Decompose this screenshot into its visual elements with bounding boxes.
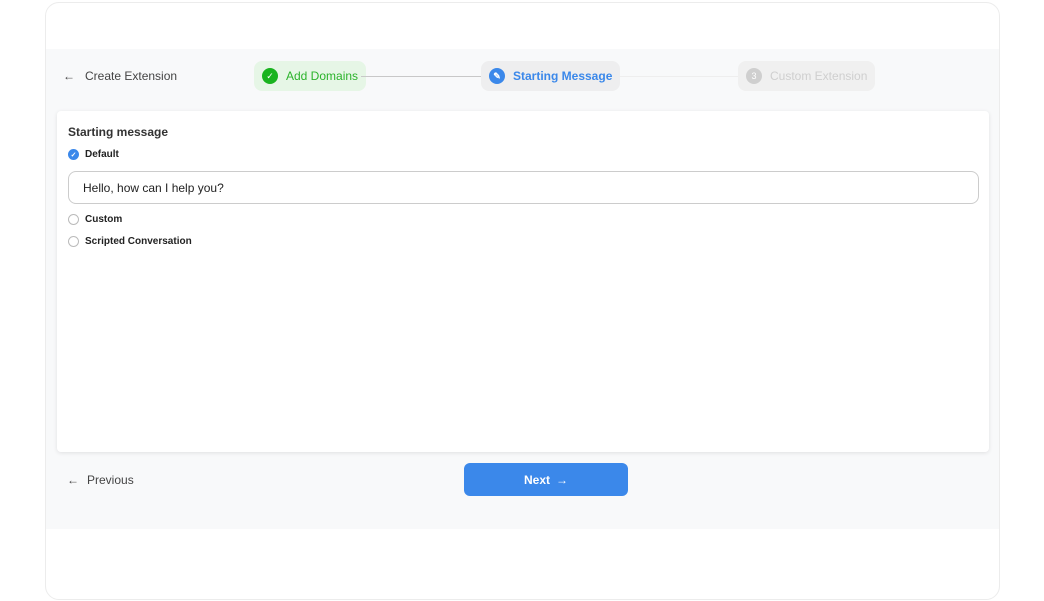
radio-scripted-conversation[interactable]: Scripted Conversation [68, 236, 192, 247]
step-label: Add Domains [286, 69, 359, 83]
radio-label: Custom [85, 214, 123, 225]
previous-label: Previous [87, 473, 134, 487]
step-custom-extension[interactable]: 3 Custom Extension [738, 61, 876, 91]
pencil-icon: ✎ [489, 68, 505, 84]
next-button[interactable]: Next → [464, 463, 628, 496]
radio-checked-icon: ✓ [68, 149, 79, 160]
arrow-left-icon: ← [63, 69, 75, 83]
previous-button[interactable]: ← Previous [67, 473, 134, 487]
next-label: Next [523, 472, 550, 487]
step-number-icon: 3 [746, 68, 762, 84]
back-button[interactable]: ← Create Extension [63, 69, 177, 83]
back-label: Create Extension [85, 69, 178, 83]
radio-unchecked-icon [68, 236, 79, 247]
radio-default[interactable]: ✓ Default [68, 149, 119, 160]
wizard-area: ← Create Extension ✓ Add Domains ✎ Starting… [46, 49, 999, 529]
step-connector [618, 76, 738, 77]
modal-window: ← Create Extension ✓ Add Domains ✎ Starting… [45, 2, 1000, 600]
step-label: Starting Message [513, 69, 613, 83]
step-add-domains[interactable]: ✓ Add Domains [254, 61, 367, 91]
starting-message-card: Starting message ✓ Default Hello, how can… [57, 111, 989, 452]
arrow-right-icon: → [556, 472, 568, 487]
radio-label: Default [85, 149, 119, 160]
step-connector [361, 76, 481, 77]
radio-label: Scripted Conversation [85, 236, 192, 247]
step-label: Custom Extension [770, 69, 868, 83]
radio-custom[interactable]: Custom [68, 214, 122, 225]
card-title: Starting message [68, 125, 169, 139]
default-message-input[interactable]: Hello, how can I help you? [68, 171, 979, 204]
step-starting-message[interactable]: ✎ Starting Message [481, 61, 621, 91]
check-icon: ✓ [262, 68, 278, 84]
input-value: Hello, how can I help you? [83, 180, 224, 195]
radio-unchecked-icon [68, 214, 79, 225]
arrow-left-icon: ← [67, 473, 79, 487]
